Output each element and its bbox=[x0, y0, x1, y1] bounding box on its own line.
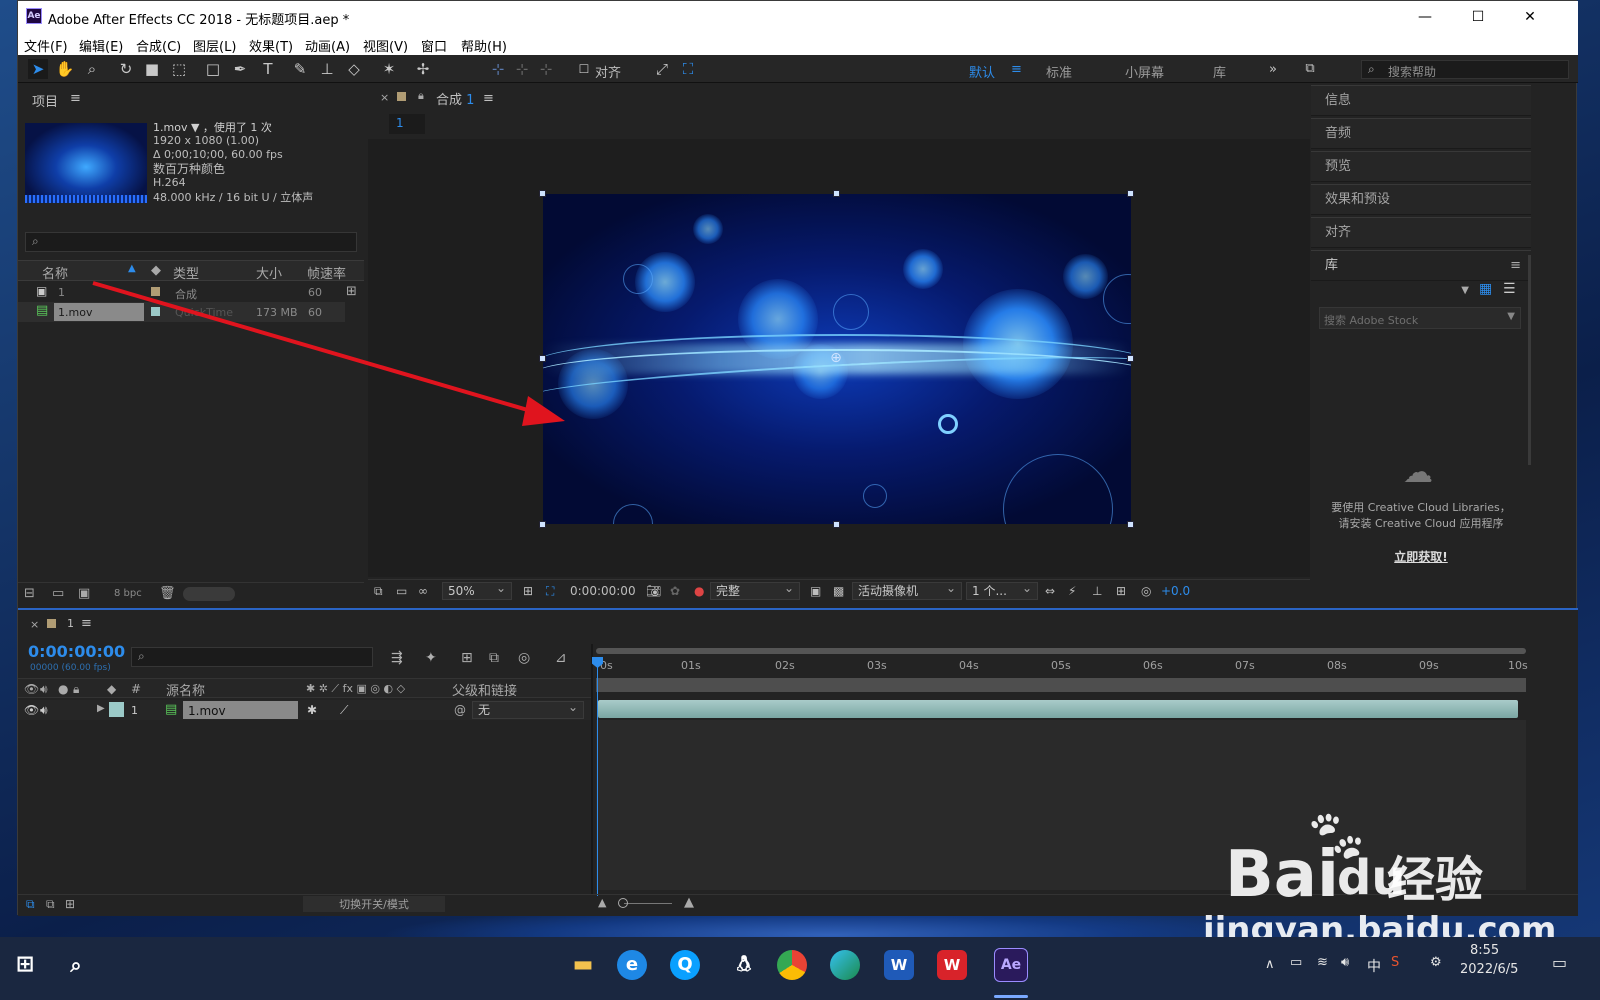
start-button-icon[interactable]: ⊞ bbox=[5, 945, 45, 985]
file-explorer-icon[interactable]: ▬ bbox=[563, 945, 603, 985]
edge-icon[interactable] bbox=[830, 950, 860, 980]
ime-indicator[interactable]: 中 bbox=[1367, 956, 1381, 976]
qq-browser-icon[interactable]: Q bbox=[670, 950, 700, 980]
ie-browser-icon[interactable]: e bbox=[617, 950, 647, 980]
arrow-head bbox=[522, 396, 565, 426]
clock-date[interactable]: 2022/6/5 bbox=[1460, 962, 1518, 977]
tray-overflow-icon[interactable]: ∧ bbox=[1265, 957, 1275, 972]
annotation-arrow bbox=[92, 281, 565, 426]
after-effects-window: Ae Adobe After Effects CC 2018 - 无标题项目.a… bbox=[17, 0, 1578, 916]
notification-icon[interactable]: ▭ bbox=[1552, 953, 1567, 972]
wps-icon[interactable]: W bbox=[937, 950, 967, 980]
qq-icon[interactable]: 🐧︎ bbox=[724, 945, 764, 985]
chrome-icon[interactable] bbox=[777, 950, 807, 980]
battery-icon[interactable]: ▭ bbox=[1290, 955, 1302, 970]
clock-time[interactable]: 8:55 bbox=[1470, 943, 1499, 958]
sogou-ime-icon[interactable]: S bbox=[1391, 955, 1399, 970]
search-icon[interactable]: ⌕ bbox=[56, 945, 96, 985]
word-icon[interactable]: W bbox=[884, 950, 914, 980]
windows-taskbar: ⊞ ⌕ ▬ e Q 🐧︎ W W Ae ∧ ▭ ≋ 🔊︎ 中 S ⚙ 8:55 … bbox=[0, 937, 1600, 1000]
arrow-shaft bbox=[92, 281, 539, 415]
after-effects-taskbar-icon[interactable]: Ae bbox=[994, 948, 1028, 982]
watermark-jingyan: 经验 bbox=[1387, 852, 1484, 908]
volume-icon[interactable]: 🔊︎ bbox=[1341, 955, 1349, 970]
settings-gear-icon[interactable]: ⚙ bbox=[1430, 955, 1442, 970]
wifi-icon[interactable]: ≋ bbox=[1317, 955, 1328, 970]
active-app-indicator bbox=[994, 995, 1028, 998]
